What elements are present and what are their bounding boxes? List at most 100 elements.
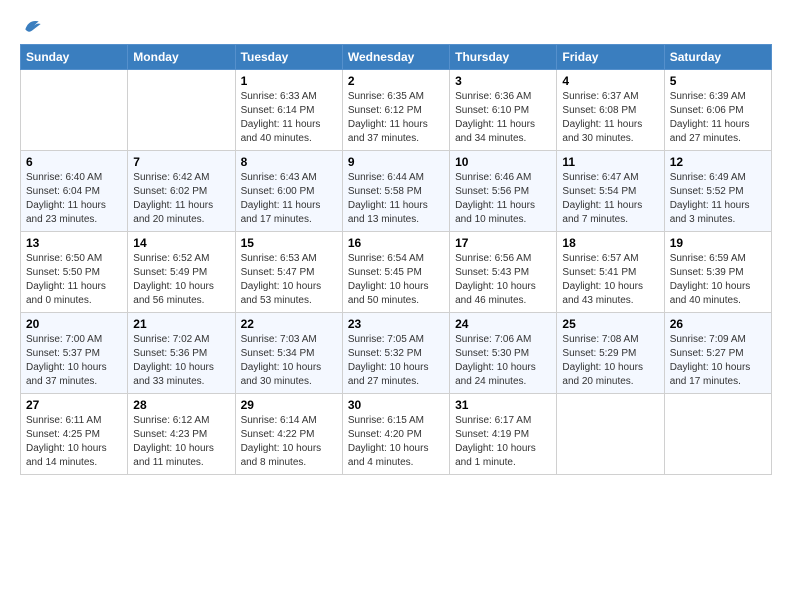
day-info: Sunrise: 6:54 AM Sunset: 5:45 PM Dayligh… [348,252,444,308]
day-number: 6 [26,155,122,169]
day-number: 26 [670,317,766,331]
day-number: 19 [670,236,766,250]
calendar-cell: 21 Sunrise: 7:02 AM Sunset: 5:36 PM Dayli… [128,313,235,394]
calendar-table: SundayMondayTuesdayWednesdayThursdayFrid… [20,44,772,475]
logo-bird-icon [22,16,42,36]
week-row-3: 13 Sunrise: 6:50 AM Sunset: 5:50 PM Dayli… [21,232,772,313]
day-number: 8 [241,155,337,169]
day-number: 29 [241,398,337,412]
calendar-cell: 5Sunrise: 6:39 AM Sunset: 6:06 PM Daylig… [664,70,771,151]
calendar-cell: 23 Sunrise: 7:05 AM Sunset: 5:32 PM Dayli… [342,313,449,394]
day-info: Sunrise: 6:50 AM Sunset: 5:50 PM Dayligh… [26,252,122,308]
day-number: 28 [133,398,229,412]
calendar-cell: 18Sunrise: 6:57 AM Sunset: 5:41 PM Dayli… [557,232,664,313]
week-row-4: 20 Sunrise: 7:00 AM Sunset: 5:37 PM Dayli… [21,313,772,394]
calendar-cell: 16Sunrise: 6:54 AM Sunset: 5:45 PM Dayli… [342,232,449,313]
day-info: Sunrise: 6:40 AM Sunset: 6:04 PM Dayligh… [26,171,122,227]
day-number: 1 [241,74,337,88]
weekday-header-sunday: Sunday [21,45,128,70]
calendar-cell [21,70,128,151]
calendar-cell: 6 Sunrise: 6:40 AM Sunset: 6:04 PM Daylig… [21,151,128,232]
day-number: 5 [670,74,766,88]
week-row-1: 1 Sunrise: 6:33 AM Sunset: 6:14 PM Daylig… [21,70,772,151]
day-info: Sunrise: 7:09 AM Sunset: 5:27 PM Dayligh… [670,333,766,389]
weekday-header-tuesday: Tuesday [235,45,342,70]
day-info: Sunrise: 6:12 AM Sunset: 4:23 PM Dayligh… [133,414,229,470]
day-info: Sunrise: 6:11 AM Sunset: 4:25 PM Dayligh… [26,414,122,470]
day-info: Sunrise: 6:52 AM Sunset: 5:49 PM Dayligh… [133,252,229,308]
day-info: Sunrise: 6:36 AM Sunset: 6:10 PM Dayligh… [455,90,551,146]
day-info: Sunrise: 6:37 AM Sunset: 6:08 PM Dayligh… [562,90,658,146]
day-info: Sunrise: 6:33 AM Sunset: 6:14 PM Dayligh… [241,90,337,146]
day-info: Sunrise: 6:47 AM Sunset: 5:54 PM Dayligh… [562,171,658,227]
weekday-header-row: SundayMondayTuesdayWednesdayThursdayFrid… [21,45,772,70]
day-info: Sunrise: 6:49 AM Sunset: 5:52 PM Dayligh… [670,171,766,227]
weekday-header-thursday: Thursday [450,45,557,70]
day-number: 4 [562,74,658,88]
calendar-cell: 31Sunrise: 6:17 AM Sunset: 4:19 PM Dayli… [450,394,557,475]
day-number: 2 [348,74,444,88]
calendar-cell: 19 Sunrise: 6:59 AM Sunset: 5:39 PM Dayli… [664,232,771,313]
day-number: 3 [455,74,551,88]
day-info: Sunrise: 6:53 AM Sunset: 5:47 PM Dayligh… [241,252,337,308]
page: SundayMondayTuesdayWednesdayThursdayFrid… [0,0,792,491]
day-number: 25 [562,317,658,331]
day-number: 27 [26,398,122,412]
calendar-cell: 13 Sunrise: 6:50 AM Sunset: 5:50 PM Dayli… [21,232,128,313]
calendar-cell: 28 Sunrise: 6:12 AM Sunset: 4:23 PM Dayli… [128,394,235,475]
calendar-cell: 30 Sunrise: 6:15 AM Sunset: 4:20 PM Dayli… [342,394,449,475]
calendar-cell [128,70,235,151]
day-number: 13 [26,236,122,250]
day-info: Sunrise: 6:14 AM Sunset: 4:22 PM Dayligh… [241,414,337,470]
header [20,16,772,36]
calendar-cell: 25 Sunrise: 7:08 AM Sunset: 5:29 PM Dayli… [557,313,664,394]
calendar-cell: 2 Sunrise: 6:35 AM Sunset: 6:12 PM Daylig… [342,70,449,151]
day-info: Sunrise: 7:00 AM Sunset: 5:37 PM Dayligh… [26,333,122,389]
day-number: 24 [455,317,551,331]
calendar-cell: 7 Sunrise: 6:42 AM Sunset: 6:02 PM Daylig… [128,151,235,232]
day-info: Sunrise: 6:15 AM Sunset: 4:20 PM Dayligh… [348,414,444,470]
day-info: Sunrise: 6:44 AM Sunset: 5:58 PM Dayligh… [348,171,444,227]
day-info: Sunrise: 7:06 AM Sunset: 5:30 PM Dayligh… [455,333,551,389]
calendar-cell [557,394,664,475]
day-number: 23 [348,317,444,331]
day-info: Sunrise: 6:56 AM Sunset: 5:43 PM Dayligh… [455,252,551,308]
calendar-cell: 14 Sunrise: 6:52 AM Sunset: 5:49 PM Dayli… [128,232,235,313]
calendar-cell: 29 Sunrise: 6:14 AM Sunset: 4:22 PM Dayli… [235,394,342,475]
day-info: Sunrise: 6:35 AM Sunset: 6:12 PM Dayligh… [348,90,444,146]
day-number: 9 [348,155,444,169]
calendar-cell: 27 Sunrise: 6:11 AM Sunset: 4:25 PM Dayli… [21,394,128,475]
calendar-cell [664,394,771,475]
day-info: Sunrise: 6:17 AM Sunset: 4:19 PM Dayligh… [455,414,551,470]
calendar-cell: 15 Sunrise: 6:53 AM Sunset: 5:47 PM Dayli… [235,232,342,313]
day-number: 10 [455,155,551,169]
day-info: Sunrise: 6:42 AM Sunset: 6:02 PM Dayligh… [133,171,229,227]
day-info: Sunrise: 7:03 AM Sunset: 5:34 PM Dayligh… [241,333,337,389]
day-info: Sunrise: 6:43 AM Sunset: 6:00 PM Dayligh… [241,171,337,227]
weekday-header-monday: Monday [128,45,235,70]
day-info: Sunrise: 7:08 AM Sunset: 5:29 PM Dayligh… [562,333,658,389]
day-number: 21 [133,317,229,331]
calendar-cell: 24 Sunrise: 7:06 AM Sunset: 5:30 PM Dayli… [450,313,557,394]
calendar-cell: 11Sunrise: 6:47 AM Sunset: 5:54 PM Dayli… [557,151,664,232]
weekday-header-friday: Friday [557,45,664,70]
day-number: 22 [241,317,337,331]
day-info: Sunrise: 6:59 AM Sunset: 5:39 PM Dayligh… [670,252,766,308]
calendar-cell: 17 Sunrise: 6:56 AM Sunset: 5:43 PM Dayli… [450,232,557,313]
calendar-cell: 4 Sunrise: 6:37 AM Sunset: 6:08 PM Daylig… [557,70,664,151]
calendar-cell: 10Sunrise: 6:46 AM Sunset: 5:56 PM Dayli… [450,151,557,232]
day-number: 7 [133,155,229,169]
day-info: Sunrise: 7:02 AM Sunset: 5:36 PM Dayligh… [133,333,229,389]
day-number: 30 [348,398,444,412]
calendar-cell: 20 Sunrise: 7:00 AM Sunset: 5:37 PM Dayli… [21,313,128,394]
day-info: Sunrise: 7:05 AM Sunset: 5:32 PM Dayligh… [348,333,444,389]
calendar-cell: 22 Sunrise: 7:03 AM Sunset: 5:34 PM Dayli… [235,313,342,394]
calendar-cell: 8 Sunrise: 6:43 AM Sunset: 6:00 PM Daylig… [235,151,342,232]
day-number: 15 [241,236,337,250]
week-row-2: 6 Sunrise: 6:40 AM Sunset: 6:04 PM Daylig… [21,151,772,232]
day-number: 14 [133,236,229,250]
calendar-cell: 1 Sunrise: 6:33 AM Sunset: 6:14 PM Daylig… [235,70,342,151]
day-number: 20 [26,317,122,331]
day-number: 17 [455,236,551,250]
calendar-cell: 12Sunrise: 6:49 AM Sunset: 5:52 PM Dayli… [664,151,771,232]
